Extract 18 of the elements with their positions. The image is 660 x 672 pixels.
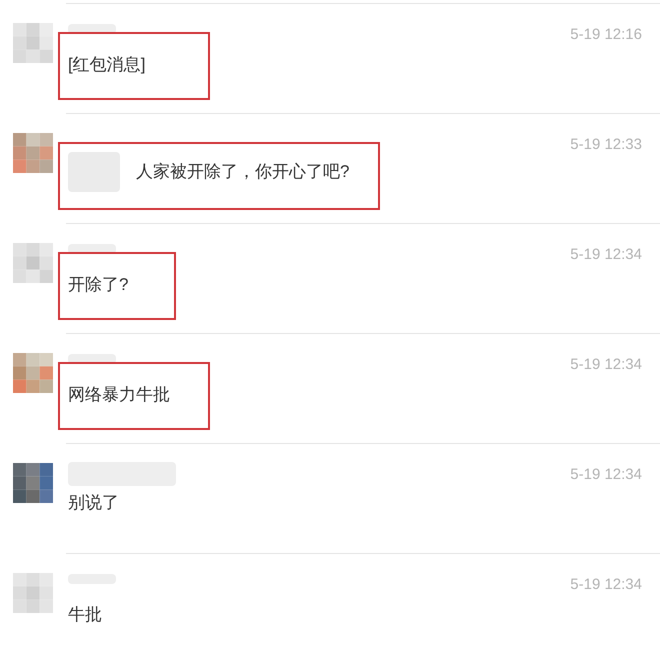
message-text: 网络暴力牛批: [68, 384, 170, 406]
timestamp: 5-19 12:16: [570, 25, 642, 45]
message-text: [红包消息]: [68, 54, 146, 76]
message-text: 开除了?: [68, 274, 128, 296]
avatar-icon: [13, 23, 53, 63]
timestamp: 5-19 12:34: [570, 245, 642, 265]
avatar-icon: [13, 243, 53, 283]
avatar-icon: [13, 133, 53, 173]
timestamp: 5-19 12:34: [570, 355, 642, 375]
message-text: 牛批: [68, 604, 103, 626]
avatar-icon: [13, 463, 53, 503]
message-text: 人家被开除了，你开心了吧?: [136, 161, 350, 184]
timestamp: 5-19 12:34: [570, 575, 642, 595]
avatar-icon: [13, 573, 53, 613]
avatar-icon: [13, 353, 53, 393]
message-text: 别说了: [68, 492, 120, 514]
timestamp: 5-19 12:34: [570, 465, 642, 485]
timestamp: 5-19 12:33: [570, 135, 642, 155]
